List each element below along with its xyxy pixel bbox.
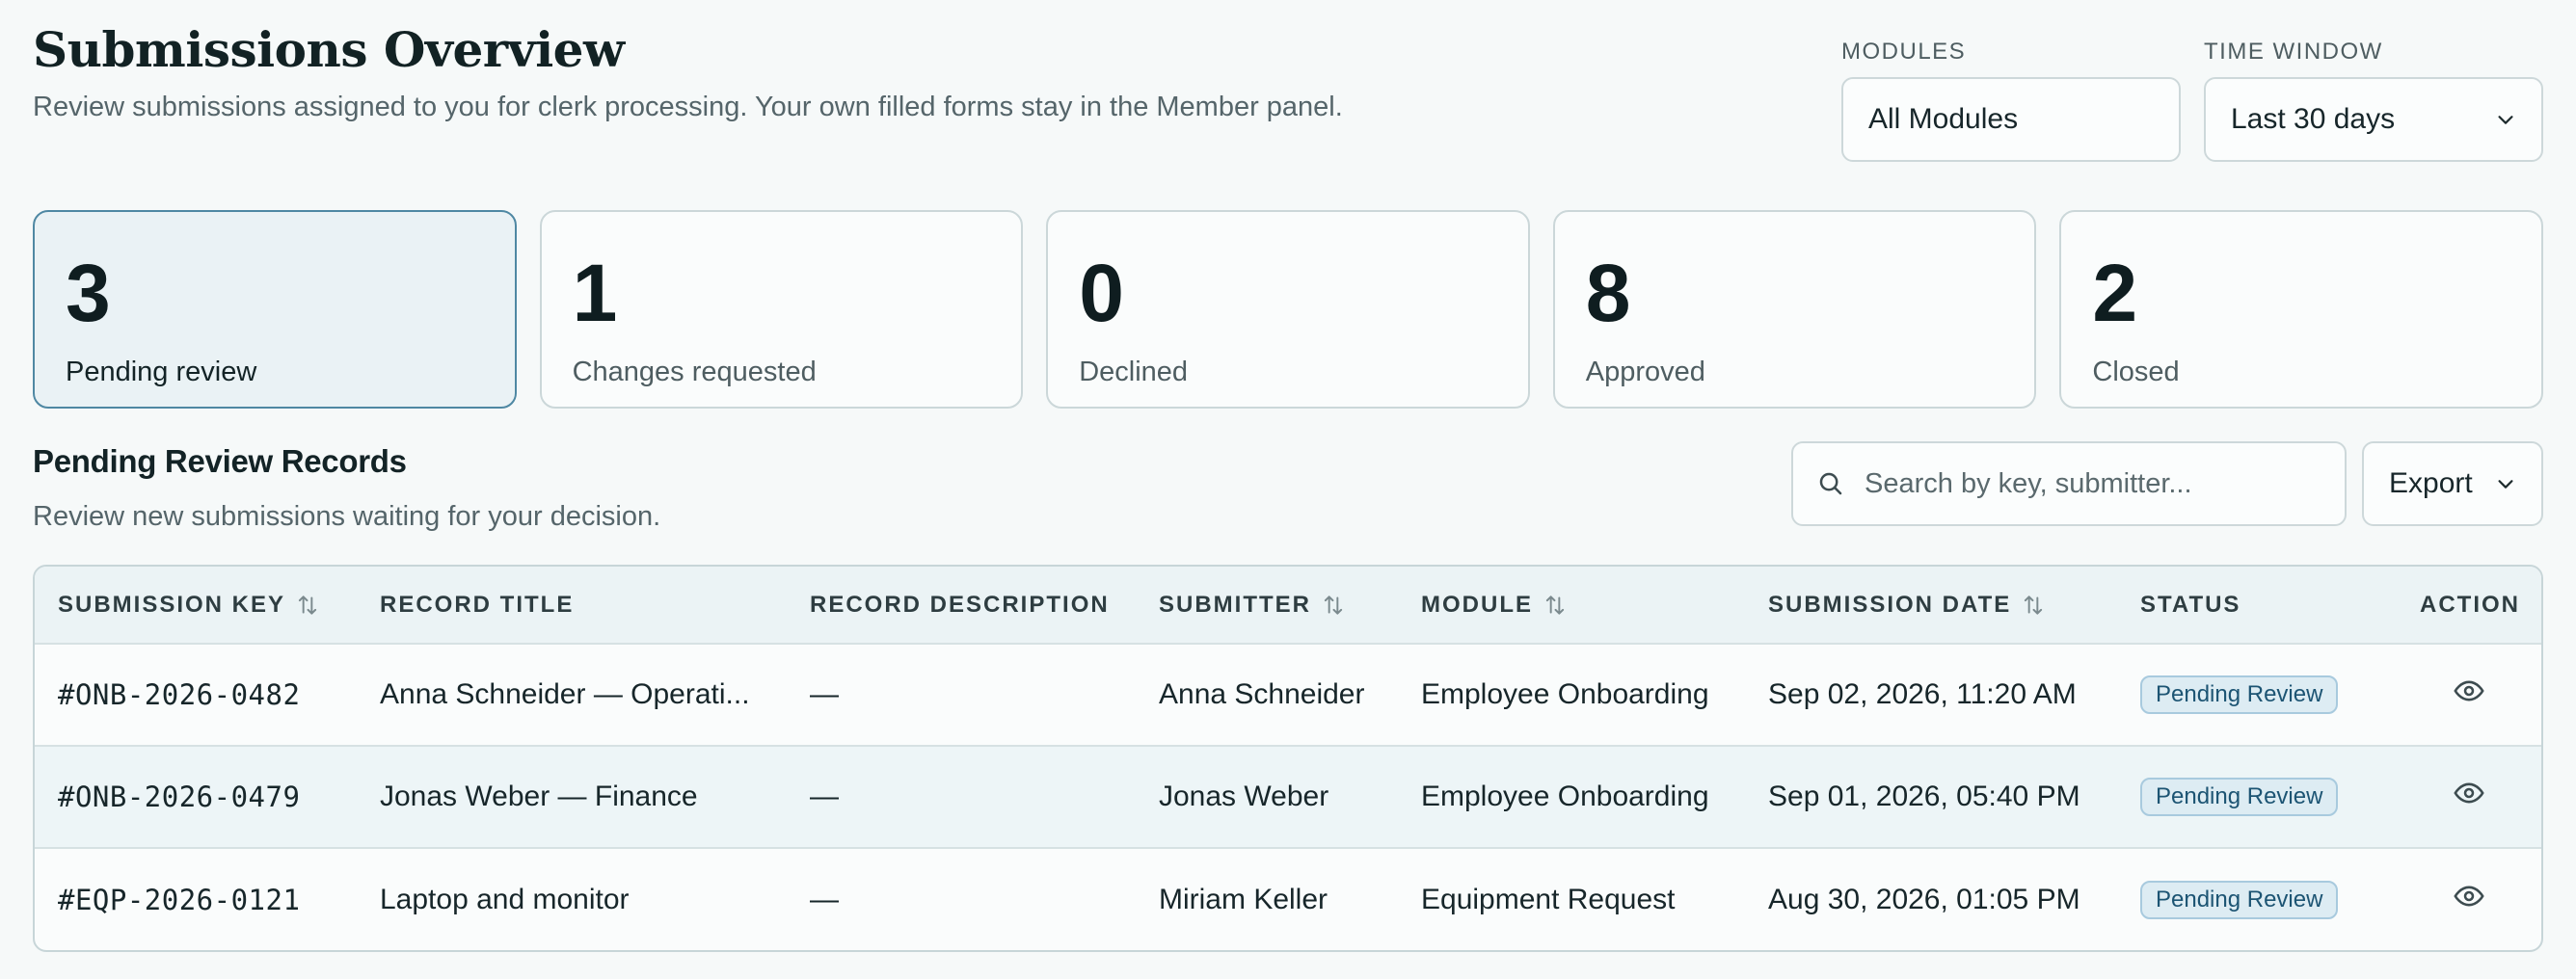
- search-icon: [1819, 472, 1842, 495]
- section-title: Pending Review Records: [33, 443, 407, 479]
- table-header-row: SUBMISSION KEY RECORD TITLE RECORD DESCR…: [35, 567, 2541, 644]
- stat-label: Closed: [2092, 357, 2180, 387]
- table-row[interactable]: #ONB-2026-0482 Anna Schneider — Operati.…: [35, 644, 2541, 746]
- eye-icon[interactable]: [2453, 880, 2485, 913]
- column-header-submitter[interactable]: SUBMITTER: [1136, 567, 1398, 644]
- record-title: Jonas Weber — Finance: [380, 781, 698, 812]
- record-title: Laptop and monitor: [380, 883, 630, 915]
- status-badge: Pending Review: [2140, 880, 2339, 919]
- column-header-label: MODULE: [1421, 591, 1533, 618]
- sort-icon[interactable]: [2021, 593, 2046, 618]
- record-description: —: [810, 883, 839, 915]
- page-title: Submissions Overview: [33, 21, 625, 78]
- sort-icon[interactable]: [1543, 593, 1568, 618]
- submission-key: #ONB-2026-0479: [58, 781, 301, 813]
- column-header-label: RECORD TITLE: [380, 591, 575, 618]
- column-header-label: STATUS: [2140, 591, 2241, 618]
- time-window-select-value: Last 30 days: [2231, 103, 2396, 135]
- export-button[interactable]: Export: [2362, 441, 2543, 526]
- stat-value: 8: [1585, 248, 1631, 338]
- stat-label: Pending review: [66, 357, 257, 387]
- stat-card-closed[interactable]: 2 Closed: [2059, 210, 2543, 409]
- column-header-label: SUBMISSION KEY: [58, 591, 286, 618]
- table-row[interactable]: #ONB-2026-0479 Jonas Weber — Finance — J…: [35, 746, 2541, 848]
- status-cell: Pending Review: [2117, 746, 2397, 848]
- submission-key: #EQP-2026-0121: [58, 883, 301, 916]
- record-description: —: [810, 678, 839, 710]
- submissions-table: SUBMISSION KEY RECORD TITLE RECORD DESCR…: [33, 565, 2543, 952]
- chevron-down-icon: [2498, 480, 2513, 489]
- action-cell: [2397, 746, 2541, 848]
- column-header-action: ACTION: [2397, 567, 2541, 644]
- submissions-overview-page: Submissions Overview Review submissions …: [0, 0, 2576, 979]
- action-cell: [2397, 644, 2541, 746]
- modules-select[interactable]: All Modules: [1841, 77, 2181, 162]
- submission-date: Aug 30, 2026, 01:05 PM: [1768, 883, 2080, 915]
- chevron-down-icon: [2498, 116, 2513, 124]
- page-subtitle: Review submissions assigned to you for c…: [33, 92, 1343, 122]
- submission-date: Sep 01, 2026, 05:40 PM: [1768, 781, 2080, 812]
- search-input[interactable]: [1865, 467, 2321, 500]
- submitter: Miriam Keller: [1159, 883, 1328, 915]
- stat-card-changes-requested[interactable]: 1 Changes requested: [539, 210, 1024, 409]
- export-button-label: Export: [2389, 467, 2473, 499]
- page-header: Submissions Overview Review submissions …: [33, 21, 1343, 123]
- modules-filter-label: MODULES: [1841, 39, 1967, 65]
- sort-icon[interactable]: [295, 593, 320, 618]
- stat-label: Changes requested: [572, 357, 817, 387]
- action-cell: [2397, 848, 2541, 950]
- time-window-select[interactable]: Last 30 days: [2204, 77, 2543, 162]
- stat-value: 3: [66, 248, 111, 338]
- column-header-label: ACTION: [2420, 591, 2520, 618]
- module: Employee Onboarding: [1421, 678, 1709, 710]
- column-header-label: RECORD DESCRIPTION: [810, 591, 1110, 618]
- stat-label: Declined: [1079, 357, 1189, 387]
- column-header-submission-key[interactable]: SUBMISSION KEY: [35, 567, 357, 644]
- submission-date: Sep 02, 2026, 11:20 AM: [1768, 678, 2077, 710]
- column-header-record-description: RECORD DESCRIPTION: [787, 567, 1136, 644]
- submission-key: #ONB-2026-0482: [58, 678, 301, 711]
- status-badge: Pending Review: [2140, 778, 2339, 816]
- section-header: Pending Review Records Review new submis…: [33, 443, 660, 533]
- status-badge: Pending Review: [2140, 675, 2339, 714]
- stat-value: 2: [2092, 248, 2138, 338]
- stat-card-approved[interactable]: 8 Approved: [1552, 210, 2037, 409]
- modules-filter: MODULES All Modules: [1841, 39, 2181, 162]
- sort-icon[interactable]: [1321, 593, 1346, 618]
- section-subtitle: Review new submissions waiting for your …: [33, 501, 661, 532]
- stat-value: 1: [572, 248, 618, 338]
- time-window-filter: TIME WINDOW Last 30 days: [2204, 39, 2543, 162]
- eye-icon[interactable]: [2453, 675, 2485, 707]
- stat-value: 0: [1079, 248, 1124, 338]
- eye-icon[interactable]: [2453, 777, 2485, 809]
- search-box: [1791, 441, 2347, 526]
- record-description: —: [810, 781, 839, 812]
- column-header-submission-date[interactable]: SUBMISSION DATE: [1745, 567, 2117, 644]
- table-tools: Export: [1791, 441, 2543, 526]
- record-title: Anna Schneider — Operati...: [380, 678, 750, 710]
- time-window-filter-label: TIME WINDOW: [2204, 39, 2383, 65]
- stat-label: Approved: [1585, 357, 1705, 387]
- column-header-status: STATUS: [2117, 567, 2397, 644]
- module: Employee Onboarding: [1421, 781, 1709, 812]
- column-header-record-title: RECORD TITLE: [357, 567, 787, 644]
- module: Equipment Request: [1421, 883, 1676, 915]
- column-header-module[interactable]: MODULE: [1398, 567, 1745, 644]
- stat-card-pending-review[interactable]: 3 Pending review: [33, 210, 517, 409]
- table-row[interactable]: #EQP-2026-0121 Laptop and monitor — Miri…: [35, 848, 2541, 950]
- column-header-label: SUBMITTER: [1159, 591, 1311, 618]
- stat-cards: 3 Pending review 1 Changes requested 0 D…: [33, 210, 2543, 409]
- modules-select-value: All Modules: [1868, 103, 2019, 135]
- stat-card-declined[interactable]: 0 Declined: [1046, 210, 1530, 409]
- submitter: Anna Schneider: [1159, 678, 1365, 710]
- status-cell: Pending Review: [2117, 848, 2397, 950]
- filters: MODULES All Modules TIME WINDOW Last 30 …: [1841, 39, 2543, 162]
- status-cell: Pending Review: [2117, 644, 2397, 746]
- column-header-label: SUBMISSION DATE: [1768, 591, 2012, 618]
- submitter: Jonas Weber: [1159, 781, 1329, 812]
